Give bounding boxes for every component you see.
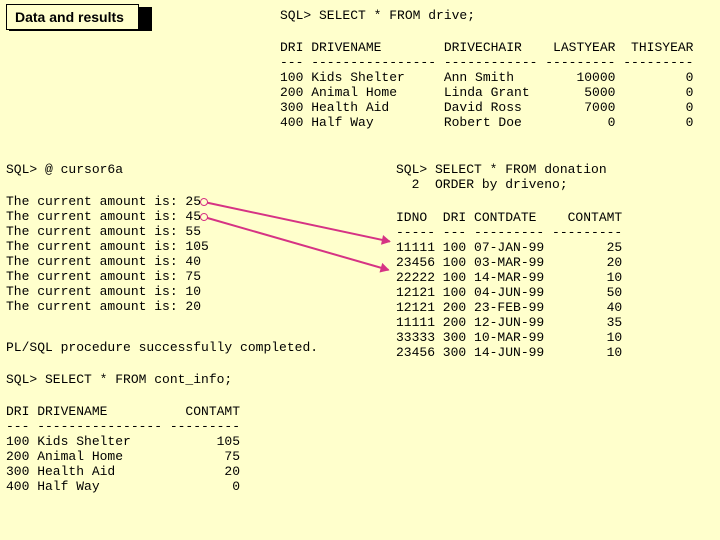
table-donation: IDNO DRI CONTDATE CONTAMT ----- --- ----… [396,210,622,360]
query-donation: SQL> SELECT * FROM donation 2 ORDER by d… [396,162,607,192]
table-cont-info: DRI DRIVENAME CONTAMT --- --------------… [6,404,240,494]
arrow-2-icon [204,216,389,271]
query-drive: SQL> SELECT * FROM drive; [280,8,475,23]
cursor-output: The current amount is: 25 The current am… [6,194,209,314]
plsql-completed: PL/SQL procedure successfully completed. [6,340,318,355]
table-drive: DRI DRIVENAME DRIVECHAIR LASTYEAR THISYE… [280,40,693,130]
title-badge: Data and results [6,4,139,30]
arrow-1-icon [204,201,390,242]
query-cursor6a: SQL> @ cursor6a [6,162,123,177]
query-cont-info: SQL> SELECT * FROM cont_info; [6,372,232,387]
